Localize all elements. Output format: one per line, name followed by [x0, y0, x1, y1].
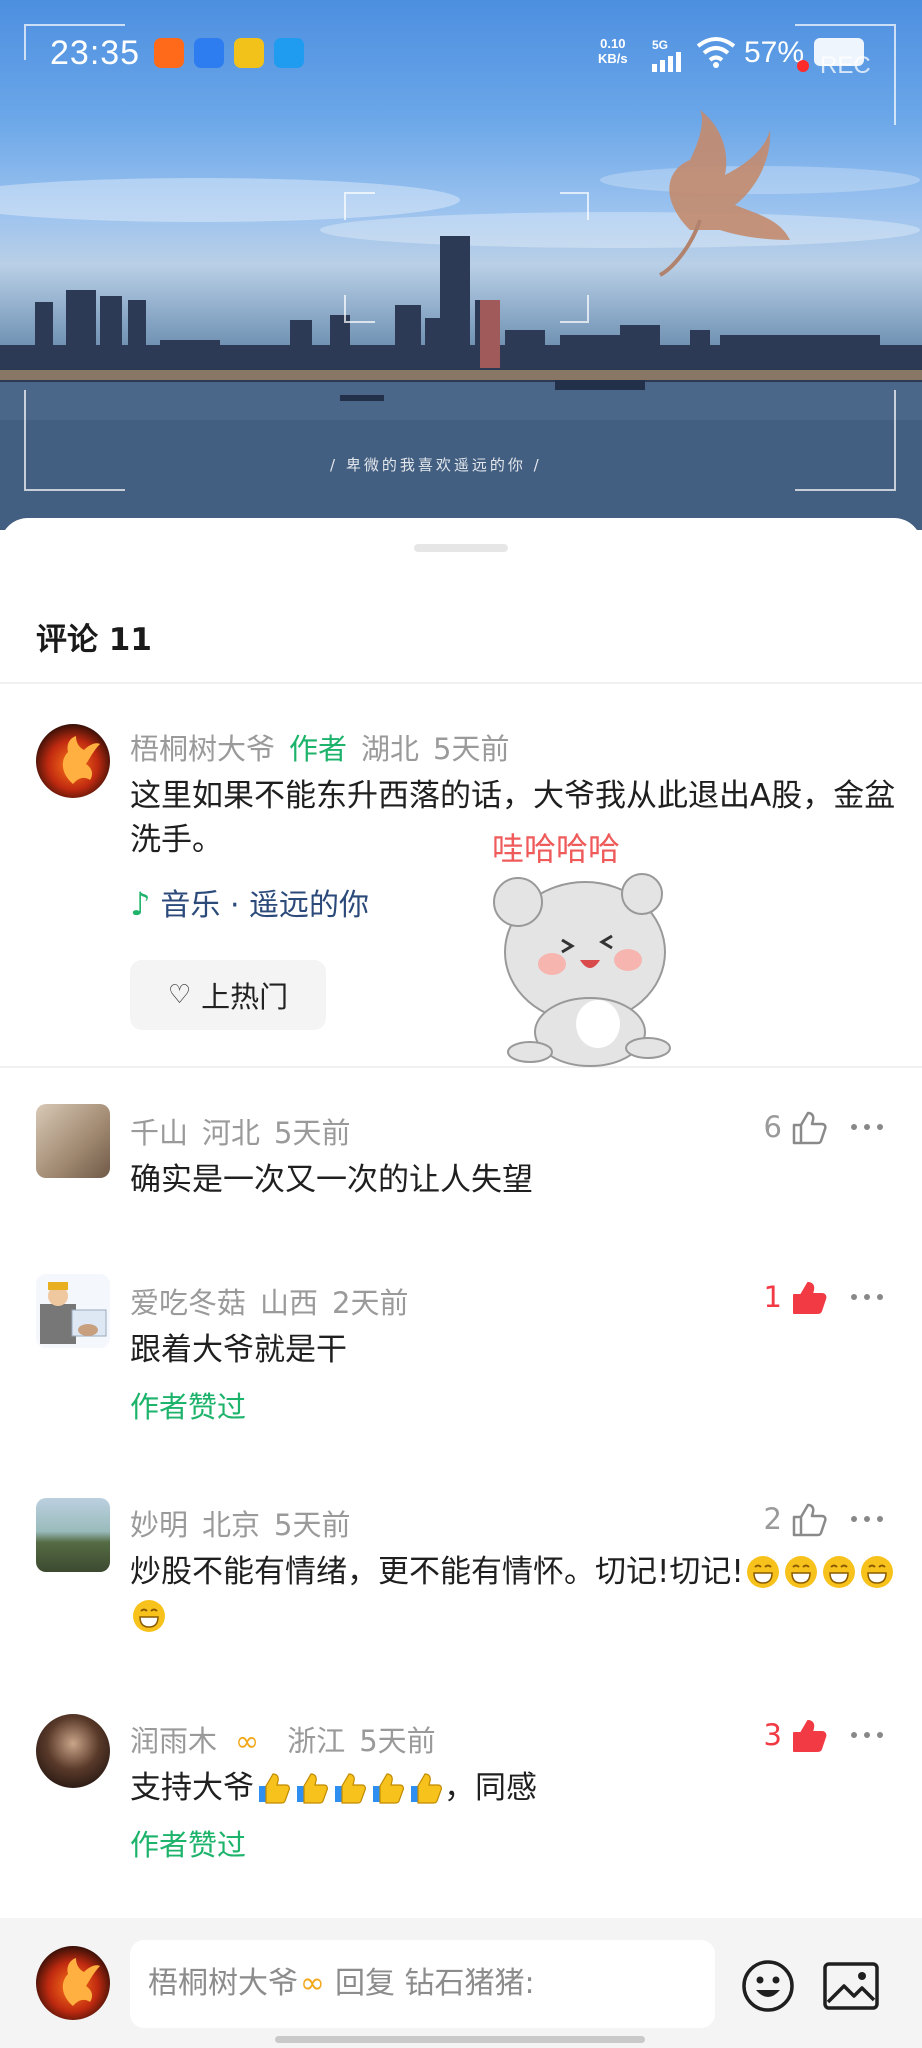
music-note-icon: ♪: [130, 885, 151, 923]
app-notification-icon: [234, 38, 264, 68]
thumb-up-icon[interactable]: [790, 1110, 828, 1146]
video-player[interactable]: 23:35 0.10 KB/s 5G 57% REC / 卑微的我喜欢遥远的你 …: [0, 0, 922, 530]
timestamp: 2天前: [332, 1286, 409, 1320]
music-link[interactable]: ♪ 音乐 · 遥远的你: [130, 880, 369, 924]
thumbs-up-emoji: [335, 1773, 366, 1804]
comment-meta: 梧桐树大爷 作者 湖北 5天前: [130, 726, 524, 768]
app-notification-icon: [274, 38, 304, 68]
username[interactable]: 润雨木 ∞: [130, 1724, 273, 1758]
music-label: 音乐 · 遥远的你: [160, 888, 370, 923]
comment-meta: 千山 河北 5天前: [130, 1110, 364, 1152]
timestamp: 5天前: [433, 732, 510, 766]
author-liked-label: 作者赞过: [130, 1828, 247, 1862]
location: 北京: [202, 1508, 261, 1542]
reply-bar: 梧桐树大爷∞ 回复 钻石猪猪:: [0, 1918, 922, 2048]
avatar[interactable]: [36, 1274, 110, 1348]
bear-sticker: 哇哈哈哈: [492, 830, 671, 1067]
wifi-icon: [696, 37, 736, 68]
username[interactable]: 爱吃冬菇: [130, 1286, 246, 1320]
divider: [0, 1066, 922, 1068]
network-speed: 0.10 KB/s: [598, 36, 628, 66]
thumb-up-icon[interactable]: [790, 1718, 828, 1754]
timestamp: 5天前: [274, 1116, 351, 1150]
signal-icon: [652, 52, 681, 72]
author-liked-label: 作者赞过: [130, 1390, 247, 1424]
network-type: 5G: [652, 38, 669, 52]
thumbs-up-emoji: [297, 1773, 328, 1804]
sticker-text: 哇哈哈哈: [492, 830, 620, 868]
like-count: 6: [763, 1110, 782, 1144]
rec-label: REC: [820, 52, 871, 79]
comment-meta: 爱吃冬菇 山西 2天前: [130, 1280, 422, 1322]
image-icon[interactable]: [822, 1960, 880, 2012]
status-bar: 23:35 0.10 KB/s 5G 57% REC: [0, 0, 922, 110]
timestamp: 5天前: [274, 1508, 351, 1542]
clock: 23:35: [50, 34, 141, 72]
grin-emoji: [133, 1600, 165, 1632]
username[interactable]: 妙明: [130, 1508, 188, 1542]
home-indicator[interactable]: [275, 2036, 645, 2043]
emoji-icon[interactable]: [740, 1958, 796, 2014]
thumbs-up-emoji: [411, 1773, 442, 1804]
more-icon[interactable]: [850, 1122, 884, 1132]
heart-icon: ♡: [167, 980, 192, 1010]
app-notification-icon: [154, 38, 184, 68]
comment-sheet: 评论 11 梧桐树大爷 作者 湖北 5天前 这里如果不能东升西落的话，大爷我从此退出A…: [0, 518, 922, 2048]
grin-emoji: [784, 1556, 817, 1588]
grin-emoji: [860, 1556, 893, 1588]
vip-badge-icon: ∞: [300, 1966, 325, 2001]
location: 湖北: [361, 732, 420, 766]
divider: [0, 682, 922, 684]
comment-text[interactable]: 支持大爷 ，同感: [130, 1766, 900, 1810]
promote-label: 上热门: [201, 980, 289, 1014]
timestamp: 5天前: [359, 1724, 436, 1758]
app-notification-icon: [194, 38, 224, 68]
drag-handle[interactable]: [414, 544, 508, 552]
phoenix-icon: [62, 736, 100, 784]
avatar[interactable]: [36, 1104, 110, 1178]
battery-level: 57%: [744, 36, 805, 69]
record-dot-icon: [797, 60, 809, 72]
comment-meta: 润雨木 ∞ 浙江 5天前: [130, 1718, 450, 1760]
thumb-up-icon[interactable]: [790, 1502, 828, 1538]
comment-text[interactable]: 确实是一次又一次的让人失望: [130, 1158, 900, 1202]
grin-emoji: [822, 1556, 855, 1588]
like-count: 1: [763, 1280, 782, 1314]
thumbs-up-emoji: [259, 1773, 290, 1804]
comments-title: 评论 11: [36, 622, 152, 658]
phoenix-icon: [62, 1958, 100, 2006]
more-icon[interactable]: [850, 1730, 884, 1740]
avatar[interactable]: [36, 1498, 110, 1572]
avatar[interactable]: [36, 1714, 110, 1788]
username[interactable]: 千山: [130, 1116, 188, 1150]
more-icon[interactable]: [850, 1292, 884, 1302]
username[interactable]: 梧桐树大爷: [130, 732, 275, 766]
location: 山西: [260, 1286, 319, 1320]
comment-text[interactable]: 炒股不能有情绪，更不能有情怀。切记!切记!: [130, 1550, 900, 1638]
cartoon-avatar-icon: [40, 1282, 107, 1344]
promote-button[interactable]: ♡ 上热门: [130, 960, 326, 1030]
location: 河北: [202, 1116, 261, 1150]
grin-emoji: [746, 1556, 779, 1588]
like-count: 2: [763, 1502, 782, 1536]
author-tag: 作者: [289, 732, 348, 766]
comment-text[interactable]: 跟着大爷就是干: [130, 1328, 900, 1372]
video-caption: / 卑微的我喜欢遥远的你 /: [330, 456, 542, 474]
like-count: 3: [763, 1718, 782, 1752]
thumbs-up-emoji: [373, 1773, 404, 1804]
avatar[interactable]: [36, 724, 110, 798]
comment-meta: 妙明 北京 5天前: [130, 1502, 364, 1544]
vip-badge-icon: ∞: [235, 1724, 260, 1758]
more-icon[interactable]: [850, 1514, 884, 1524]
thumb-up-icon[interactable]: [790, 1280, 828, 1316]
my-avatar[interactable]: [36, 1946, 110, 2020]
reply-input[interactable]: 梧桐树大爷∞ 回复 钻石猪猪:: [130, 1940, 715, 2028]
location: 浙江: [287, 1724, 346, 1758]
